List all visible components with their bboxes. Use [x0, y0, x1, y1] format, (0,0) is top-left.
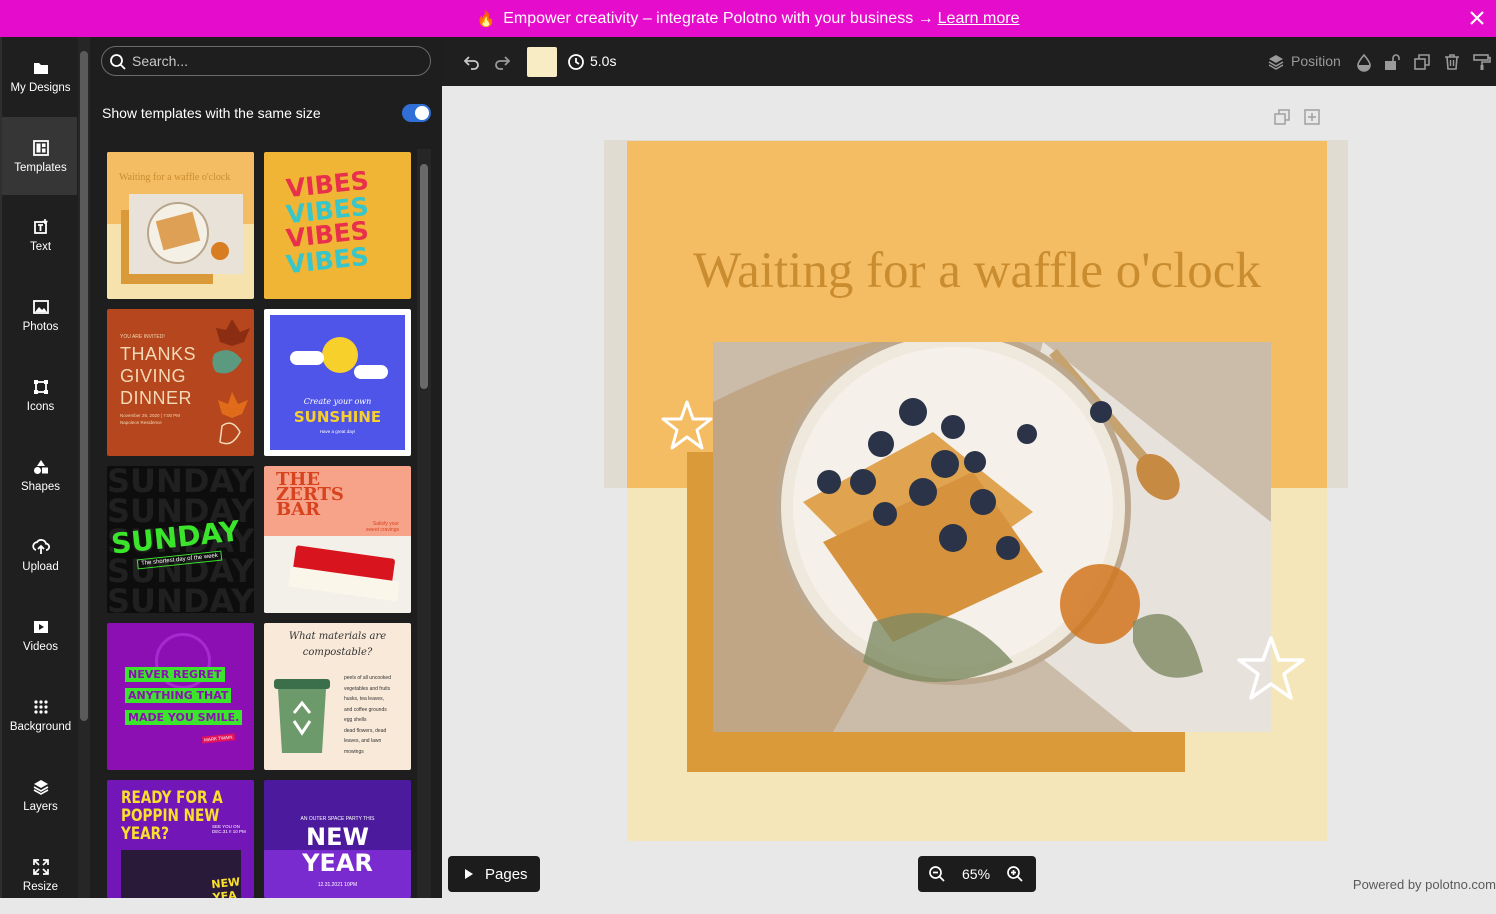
unlock-icon[interactable]: [1382, 52, 1402, 72]
same-size-label: Show templates with the same size: [102, 105, 321, 121]
sidebar-item-icons[interactable]: Icons: [2, 356, 79, 434]
sidebar-item-background[interactable]: Background: [2, 676, 79, 754]
scrollbar-thumb[interactable]: [80, 51, 88, 721]
undo-icon[interactable]: [462, 52, 482, 72]
learn-more-link[interactable]: Learn more: [938, 10, 1020, 28]
templates-scrollbar[interactable]: [417, 149, 431, 898]
zoom-control: 65%: [918, 856, 1036, 892]
sidebar-item-label: Photos: [22, 320, 59, 333]
sidebar-item-layers[interactable]: Layers: [2, 756, 79, 834]
search-icon: [110, 54, 126, 70]
sidebar-item-label: My Designs: [10, 81, 71, 94]
video-icon: [33, 620, 48, 633]
layers-icon: [1268, 55, 1284, 70]
page-title-text[interactable]: Waiting for a waffle o'clock: [627, 242, 1327, 300]
template-card-sunday[interactable]: SUNDAY SUNDAY SUNDAY SUNDAY SUNDAY SUNDAY Th…: [107, 466, 254, 613]
template-card-never-regret[interactable]: NEVER REGRET ANYTHING THAT MADE YOU SMIL…: [107, 623, 254, 770]
sidebar-item-upload[interactable]: Upload: [2, 516, 79, 594]
folder-icon: [33, 62, 48, 74]
sidebar-item-photos[interactable]: Photos: [2, 276, 79, 354]
fire-icon: 🔥: [476, 10, 496, 28]
top-toolbar: 5.0s Position: [442, 37, 1496, 86]
sidebar-item-templates[interactable]: Templates: [2, 117, 79, 195]
sidebar-item-videos[interactable]: Videos: [2, 596, 79, 674]
position-button[interactable]: Position: [1291, 53, 1341, 69]
banner-text: Empower creativity – integrate Polotno w…: [503, 9, 934, 27]
templates-icon: [32, 139, 49, 156]
same-size-toggle[interactable]: [402, 104, 431, 122]
templates-panel: Show templates with the same size Waitin…: [77, 37, 442, 898]
template-card-vibes[interactable]: VIBES VIBES VIBES VIBES: [264, 152, 411, 299]
sidebar-item-label: Background: [9, 720, 72, 733]
trash-icon[interactable]: [1442, 52, 1462, 72]
add-page-icon[interactable]: [1302, 107, 1322, 127]
opacity-icon[interactable]: [1354, 52, 1374, 72]
redo-icon[interactable]: [492, 52, 512, 72]
sidebar-item-label: Upload: [22, 560, 59, 573]
design-page[interactable]: Waiting for a waffle o'clock: [627, 141, 1327, 841]
zoom-value[interactable]: 65%: [962, 866, 990, 882]
template-card-sunshine[interactable]: Create your own SUNSHINE Have a great da…: [264, 309, 411, 456]
duplicate-page-icon[interactable]: [1272, 107, 1292, 127]
search-input[interactable]: [132, 53, 412, 69]
shapes-icon: [33, 459, 48, 474]
sidebar-item-label: Templates: [14, 161, 67, 174]
promo-banner: 🔥 Empower creativity – integrate Polotno…: [0, 0, 1496, 37]
template-card-zerts-bar[interactable]: THE ZERTS BAR Satisfy your sweet cravings: [264, 466, 411, 613]
resize-icon: [32, 858, 49, 875]
recycle-bin-icon: [274, 679, 330, 753]
copy-style-icon[interactable]: [1472, 52, 1492, 72]
template-card-compostable[interactable]: What materials are compostable? peels of …: [264, 623, 411, 770]
sidebar-item-resize[interactable]: Resize: [2, 836, 79, 914]
sidebar-item-label: Resize: [22, 880, 59, 893]
upload-icon: [31, 538, 50, 554]
background-icon: [33, 699, 48, 714]
sidebar-item-text[interactable]: Text: [2, 196, 79, 274]
background-color-swatch[interactable]: [527, 47, 557, 77]
pages-label: Pages: [485, 865, 528, 883]
template-card-thanksgiving[interactable]: YOU ARE INVITED! THANKS GIVING DINNER No…: [107, 309, 254, 456]
star-outline-right[interactable]: [1234, 634, 1308, 704]
layers-icon: [33, 779, 48, 795]
zoom-out-icon[interactable]: [928, 865, 946, 883]
star-outline-left[interactable]: [658, 398, 716, 454]
sidebar-item-shapes[interactable]: Shapes: [2, 436, 79, 514]
waffle-photo[interactable]: [713, 342, 1271, 732]
template-card-waffle[interactable]: Waiting for a waffle o'clock: [107, 152, 254, 299]
sidebar-item-label: Shapes: [20, 480, 60, 493]
sidebar-item-label: Icons: [26, 400, 55, 413]
sidebar-item-label: Videos: [23, 640, 58, 653]
scrollbar-thumb[interactable]: [420, 164, 428, 389]
sidebar-item-label: Layers: [23, 800, 58, 813]
photo-icon: [32, 299, 49, 314]
template-card-poppin-new-year[interactable]: READY FOR A POPPIN NEW YEAR? SEE YOU ON DE…: [107, 780, 254, 898]
pages-button[interactable]: Pages: [448, 856, 540, 892]
side-nav: My Designs Templates Text Photos Icons S…: [0, 37, 79, 898]
sidebar-item-my-designs[interactable]: My Designs: [2, 37, 79, 115]
leaves-icon: [212, 319, 250, 445]
panel-scrollbar[interactable]: [78, 37, 90, 898]
duplicate-icon[interactable]: [1412, 52, 1432, 72]
powered-by-credit[interactable]: Powered by polotno.com: [1353, 877, 1496, 892]
close-icon[interactable]: [1466, 7, 1488, 29]
vector-icon: [33, 379, 48, 394]
template-photo: [129, 194, 243, 274]
template-card-space-new-year[interactable]: AN OUTER SPACE PARTY THIS NEW YEAR 12.31.…: [264, 780, 411, 898]
duration-value[interactable]: 5.0s: [590, 53, 616, 69]
clock-icon[interactable]: [566, 52, 586, 72]
text-icon: [33, 218, 47, 234]
sidebar-item-label: Text: [29, 240, 52, 253]
zoom-in-icon[interactable]: [1006, 865, 1024, 883]
search-box: [101, 46, 431, 76]
